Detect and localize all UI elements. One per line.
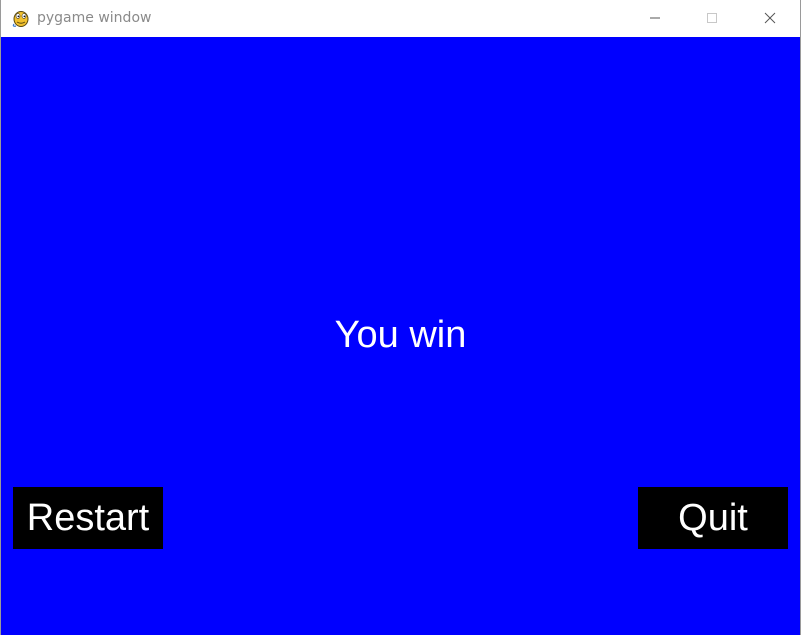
quit-button[interactable]: Quit [638, 487, 788, 549]
pygame-snake-icon [11, 8, 31, 28]
pygame-window: pygame window You win Restart Quit [0, 0, 801, 635]
maximize-icon [706, 12, 718, 24]
restart-button[interactable]: Restart [13, 487, 163, 549]
game-canvas[interactable]: You win Restart Quit [1, 37, 800, 635]
maximize-button[interactable] [689, 0, 735, 36]
close-button[interactable] [747, 0, 793, 36]
minimize-icon [649, 12, 661, 24]
close-icon [764, 12, 776, 24]
title-bar[interactable]: pygame window [1, 0, 800, 36]
win-message: You win [334, 314, 467, 356]
window-title: pygame window [37, 10, 152, 26]
minimize-button[interactable] [632, 0, 678, 36]
